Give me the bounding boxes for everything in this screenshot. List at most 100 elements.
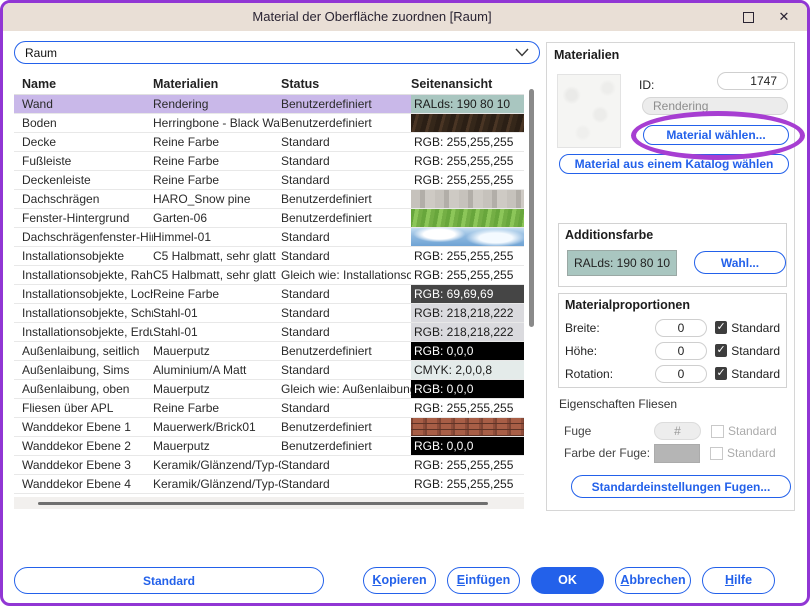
row-status: Standard: [281, 323, 411, 341]
material-preview-thumbnail[interactable]: [557, 74, 621, 148]
row-status: Standard: [281, 475, 411, 493]
row-material: Mauerputz: [153, 437, 281, 455]
row-name: Fußleiste: [14, 152, 153, 170]
rotation-standard-checkbox[interactable]: ✓: [715, 367, 727, 380]
table-row[interactable]: Installationsobjekte, RahC5 Halbmatt, se…: [14, 266, 524, 285]
row-seitenansicht-swatch: RGB: 218,218,222: [411, 323, 524, 341]
row-material: Stahl-01: [153, 304, 281, 322]
width-standard-checkbox[interactable]: ✓: [715, 321, 727, 334]
joint-defaults-button[interactable]: Standardeinstellungen Fugen...: [571, 475, 791, 498]
table-row[interactable]: FußleisteReine FarbeStandardRGB: 255,255…: [14, 152, 524, 171]
standard-button[interactable]: Standard: [14, 567, 324, 594]
room-filter-value: Raum: [25, 46, 57, 60]
table-row[interactable]: DeckenleisteReine FarbeStandardRGB: 255,…: [14, 171, 524, 190]
row-material: C5 Halbmatt, sehr glatt: [153, 266, 281, 284]
choose-material-button[interactable]: Material wählen...: [643, 125, 789, 145]
column-header-name[interactable]: Name: [14, 77, 153, 91]
row-name: Wanddekor Ebene 4: [14, 475, 153, 493]
table-row[interactable]: DachschrägenHARO_Snow pineBenutzerdefini…: [14, 190, 524, 209]
row-seitenansicht-swatch: [411, 190, 524, 208]
row-seitenansicht-swatch: [411, 114, 524, 132]
column-header-status[interactable]: Status: [281, 77, 411, 91]
dialog-title: Material der Oberfläche zuordnen [Raum]: [3, 3, 741, 31]
maximize-icon: [743, 12, 754, 23]
column-header-seitenansicht[interactable]: Seitenansicht: [411, 77, 524, 91]
row-status: Benutzerdefiniert: [281, 95, 411, 113]
room-filter-dropdown[interactable]: Raum: [14, 41, 540, 64]
joint-field: #: [654, 422, 701, 440]
row-status: Gleich wie: Außenlaibung: [281, 380, 411, 398]
table-row[interactable]: Wanddekor Ebene 4Keramik/Glänzend/Typ-0S…: [14, 475, 524, 494]
row-name: Decke: [14, 133, 153, 151]
material-proportions-group: Materialproportionen Breite: 0 ✓ Standar…: [558, 293, 787, 388]
row-seitenansicht-swatch: CMYK: 2,0,0,8: [411, 361, 524, 379]
rotation-label: Rotation:: [565, 367, 655, 381]
ok-button[interactable]: OK: [531, 567, 604, 594]
horizontal-scrollbar-thumb[interactable]: [38, 502, 488, 505]
row-name: Außenlaibung, oben: [14, 380, 153, 398]
row-name: Installationsobjekte: [14, 247, 153, 265]
joint-color-standard-checkbox: [710, 447, 723, 460]
row-material: Mauerwerk/Brick01: [153, 418, 281, 436]
dialog-window: Material der Oberfläche zuordnen [Raum] …: [0, 0, 810, 606]
table-row[interactable]: Außenlaibung, SimsAluminium/A MattStanda…: [14, 361, 524, 380]
vertical-scrollbar-thumb[interactable]: [529, 89, 534, 327]
row-status: Benutzerdefiniert: [281, 418, 411, 436]
height-field[interactable]: 0: [655, 342, 707, 360]
table-row[interactable]: WandRenderingBenutzerdefiniertRALds: 190…: [14, 95, 524, 114]
cancel-button-label: Abbrechen: [616, 568, 690, 592]
table-row[interactable]: Installationsobjekte, LochReine FarbeSta…: [14, 285, 524, 304]
width-standard-label: Standard: [731, 321, 780, 335]
row-material: Keramik/Glänzend/Typ-0: [153, 456, 281, 474]
joint-color-swatch: [654, 444, 700, 463]
help-button[interactable]: Hilfe: [702, 567, 775, 594]
row-material: Mauerputz: [153, 380, 281, 398]
table-row[interactable]: Installationsobjekte, ErduStahl-01Standa…: [14, 323, 524, 342]
id-label: ID:: [639, 78, 654, 92]
table-body: WandRenderingBenutzerdefiniertRALds: 190…: [14, 95, 524, 494]
horizontal-scrollbar[interactable]: [14, 497, 524, 509]
row-name: Wanddekor Ebene 1: [14, 418, 153, 436]
cancel-button[interactable]: Abbrechen: [615, 567, 691, 594]
table-row[interactable]: BodenHerringbone - Black WalrBenutzerdef…: [14, 114, 524, 133]
rotation-field[interactable]: 0: [655, 365, 707, 383]
table-header: Name Materialien Status Seitenansicht: [14, 73, 524, 95]
table-row[interactable]: DeckeReine FarbeStandardRGB: 255,255,255: [14, 133, 524, 152]
height-standard-checkbox[interactable]: ✓: [715, 344, 727, 357]
row-seitenansicht-swatch: RGB: 255,255,255: [411, 133, 524, 151]
table-row[interactable]: Außenlaibung, obenMauerputzGleich wie: A…: [14, 380, 524, 399]
joint-color-label: Farbe der Fuge:: [564, 446, 654, 460]
table-row[interactable]: Wanddekor Ebene 2MauerputzBenutzerdefini…: [14, 437, 524, 456]
table-row[interactable]: Wanddekor Ebene 1Mauerwerk/Brick01Benutz…: [14, 418, 524, 437]
choose-color-button[interactable]: Wahl...: [694, 251, 786, 274]
id-field[interactable]: 1747: [717, 72, 788, 90]
vertical-scrollbar[interactable]: [527, 73, 536, 497]
table-row[interactable]: InstallationsobjekteC5 Halbmatt, sehr gl…: [14, 247, 524, 266]
panel-title: Materialien: [554, 48, 619, 62]
table-row[interactable]: Außenlaibung, seitlichMauerputzBenutzerd…: [14, 342, 524, 361]
table-row[interactable]: Wanddekor Ebene 3Keramik/Glänzend/Typ-0S…: [14, 456, 524, 475]
row-name: Fenster-Hintergrund: [14, 209, 153, 227]
row-material: Aluminium/A Matt: [153, 361, 281, 379]
maximize-button[interactable]: [735, 8, 761, 26]
joint-label: Fuge: [564, 424, 654, 438]
table-row[interactable]: Fliesen über APLReine FarbeStandardRGB: …: [14, 399, 524, 418]
width-field[interactable]: 0: [655, 319, 707, 337]
row-material: Stahl-01: [153, 323, 281, 341]
row-status: Benutzerdefiniert: [281, 209, 411, 227]
row-name: Installationsobjekte, Erdu: [14, 323, 153, 341]
copy-button[interactable]: Kopieren: [363, 567, 436, 594]
paste-button[interactable]: Einfügen: [447, 567, 520, 594]
row-name: Boden: [14, 114, 153, 132]
row-status: Gleich wie: Installationso: [281, 266, 411, 284]
table-row[interactable]: Fenster-HintergrundGarten-06Benutzerdefi…: [14, 209, 524, 228]
row-status: Standard: [281, 304, 411, 322]
table-row[interactable]: Installationsobjekte, SchrStahl-01Standa…: [14, 304, 524, 323]
ok-button-label: OK: [532, 568, 603, 592]
choose-from-catalog-button[interactable]: Material aus einem Katalog wählen: [559, 154, 789, 174]
table-row[interactable]: Dachschrägenfenster-HinHimmel-01Standard: [14, 228, 524, 247]
column-header-materialien[interactable]: Materialien: [153, 77, 281, 91]
row-seitenansicht-swatch: RGB: 255,255,255: [411, 399, 524, 417]
row-status: Standard: [281, 152, 411, 170]
close-button[interactable]: ✕: [771, 8, 797, 26]
